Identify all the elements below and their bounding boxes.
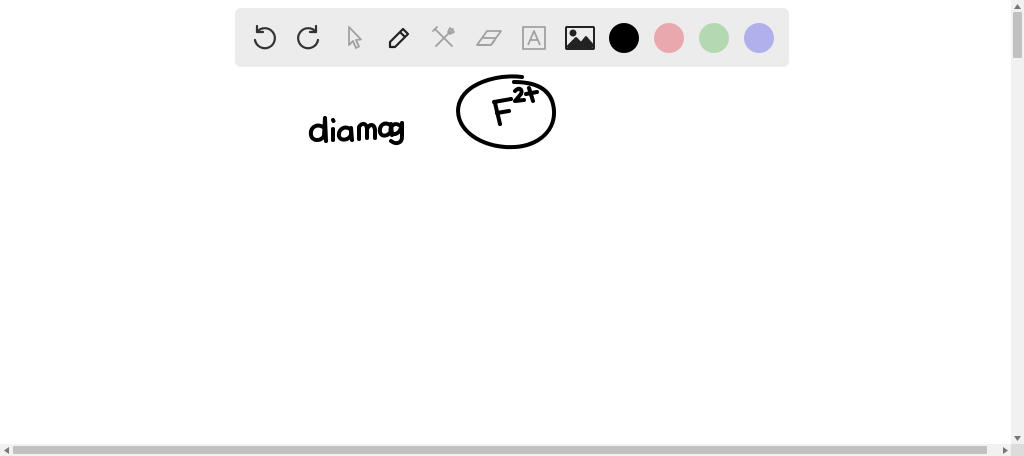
redo-button[interactable]	[291, 20, 327, 56]
eraser-button[interactable]	[471, 20, 507, 56]
vertical-scrollbar[interactable]	[1011, 0, 1024, 444]
image-icon	[564, 25, 596, 51]
drawing-toolbar	[235, 8, 789, 67]
cursor-icon	[341, 24, 367, 52]
text-box-icon	[520, 24, 548, 52]
image-button[interactable]	[562, 20, 598, 56]
redo-icon	[294, 23, 324, 53]
horizontal-scroll-thumb[interactable]	[13, 446, 987, 454]
vertical-scroll-thumb[interactable]	[1013, 12, 1022, 58]
color-green-swatch[interactable]	[699, 23, 729, 53]
scroll-left-arrow-icon[interactable]	[0, 444, 12, 456]
color-lavender-swatch[interactable]	[744, 23, 774, 53]
eraser-icon	[473, 25, 505, 51]
scroll-up-arrow-icon[interactable]	[1011, 0, 1024, 12]
color-black-swatch[interactable]	[609, 23, 639, 53]
scrollbar-corner	[1011, 444, 1024, 456]
horizontal-scrollbar[interactable]	[0, 444, 1011, 456]
pen-button[interactable]	[381, 20, 417, 56]
undo-icon	[249, 23, 279, 53]
color-pink-swatch[interactable]	[654, 23, 684, 53]
tools-button[interactable]	[426, 20, 462, 56]
scroll-down-arrow-icon[interactable]	[1011, 432, 1024, 444]
select-button[interactable]	[336, 20, 372, 56]
whiteboard-app	[0, 0, 1024, 456]
scroll-right-arrow-icon[interactable]	[999, 444, 1011, 456]
text-button[interactable]	[516, 20, 552, 56]
pen-icon	[385, 24, 413, 52]
tools-icon	[430, 24, 458, 52]
undo-button[interactable]	[246, 20, 282, 56]
drawing-canvas[interactable]	[0, 0, 1011, 444]
